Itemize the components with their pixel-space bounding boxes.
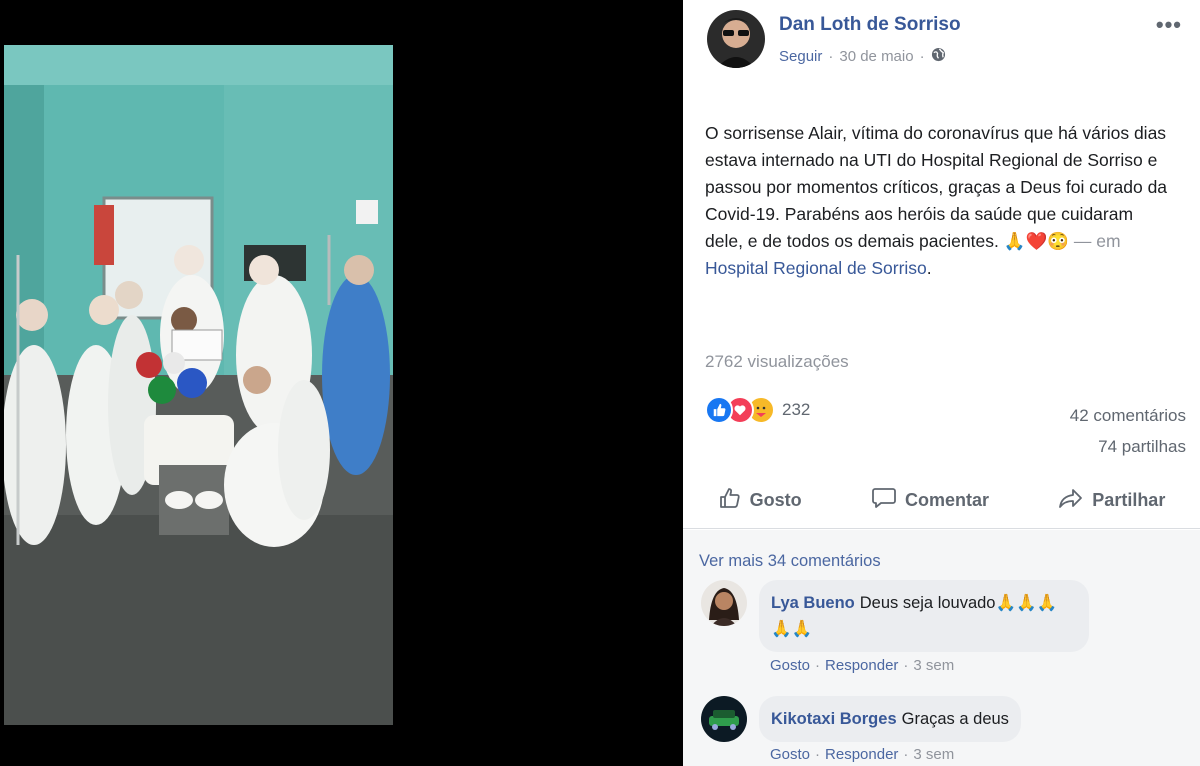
comment-action-separator: · xyxy=(815,657,821,674)
comment-actions: Gosto · Responder · 3 sem xyxy=(770,657,954,674)
comment-text: Graças a deus xyxy=(901,710,1009,728)
post-video[interactable] xyxy=(4,45,393,725)
post-date[interactable]: 30 de maio xyxy=(839,48,913,65)
engagement-stats: 42 comentários 74 partilhas xyxy=(1070,400,1186,462)
video-frame-illustration xyxy=(4,45,393,725)
comments-count[interactable]: 42 comentários xyxy=(1070,400,1186,431)
comment-reply-link[interactable]: Responder xyxy=(825,746,898,763)
reaction-count: 232 xyxy=(782,400,811,419)
reactions-summary[interactable]: 232 xyxy=(705,396,810,424)
more-options-icon[interactable]: ••• xyxy=(1156,12,1182,38)
comment-avatar[interactable] xyxy=(701,580,747,626)
media-viewer xyxy=(0,0,683,766)
comment-action-separator: · xyxy=(815,746,821,763)
comment-time[interactable]: 3 sem xyxy=(913,746,954,763)
comment-reply-link[interactable]: Responder xyxy=(825,657,898,674)
commenter-name[interactable]: Lya Bueno xyxy=(771,594,855,612)
comment-button[interactable]: Comentar xyxy=(871,486,989,515)
comment-label: Comentar xyxy=(904,490,989,510)
comment-like-link[interactable]: Gosto xyxy=(770,657,810,674)
post-meta: Seguir · 30 de maio · xyxy=(779,47,946,66)
view-count: 2762 visualizações xyxy=(705,352,849,371)
share-label: Partilhar xyxy=(1092,490,1166,510)
commenter-name[interactable]: Kikotaxi Borges xyxy=(771,710,897,728)
like-button[interactable]: Gosto xyxy=(718,486,802,515)
comment-bubble-icon xyxy=(871,486,897,515)
share-arrow-icon xyxy=(1058,486,1084,515)
comment-time[interactable]: 3 sem xyxy=(913,657,954,674)
comment-like-link[interactable]: Gosto xyxy=(770,746,810,763)
post-text-block: O sorrisense Alair, vítima do coronavíru… xyxy=(705,120,1175,282)
shares-count[interactable]: 74 partilhas xyxy=(1070,431,1186,462)
comment-bubble: Kikotaxi Borges Graças a deus xyxy=(759,696,1021,742)
see-more-comments-link[interactable]: Ver mais 34 comentários xyxy=(699,552,881,571)
post-action-bar: Gosto Comentar Partilhar xyxy=(683,473,1200,529)
author-name[interactable]: Dan Loth de Sorriso xyxy=(779,14,961,36)
meta-separator-2: · xyxy=(919,48,925,65)
comment-action-separator: · xyxy=(903,657,909,674)
follow-link[interactable]: Seguir xyxy=(779,48,822,65)
tagged-at-label: — em xyxy=(1073,231,1121,251)
comment-action-separator: · xyxy=(903,746,909,763)
comment-bubble: Lya Bueno Deus seja louvado🙏🙏🙏🙏🙏 xyxy=(759,580,1089,652)
like-label: Gosto xyxy=(749,490,802,510)
comment-actions: Gosto · Responder · 3 sem xyxy=(770,746,954,763)
comment-avatar[interactable] xyxy=(701,696,747,742)
meta-separator: · xyxy=(828,48,834,65)
place-suffix: . xyxy=(926,258,932,278)
post-panel: Dan Loth de Sorriso Seguir · 30 de maio … xyxy=(683,0,1200,766)
comments-section: Ver mais 34 comentários Lya Bueno Deus se… xyxy=(683,530,1200,766)
share-button[interactable]: Partilhar xyxy=(1058,486,1165,515)
like-reaction-icon xyxy=(705,396,733,424)
thumbs-up-icon xyxy=(718,486,742,515)
place-link[interactable]: Hospital Regional de Sorriso xyxy=(705,258,927,278)
globe-icon xyxy=(931,47,946,66)
author-avatar[interactable] xyxy=(707,10,765,68)
